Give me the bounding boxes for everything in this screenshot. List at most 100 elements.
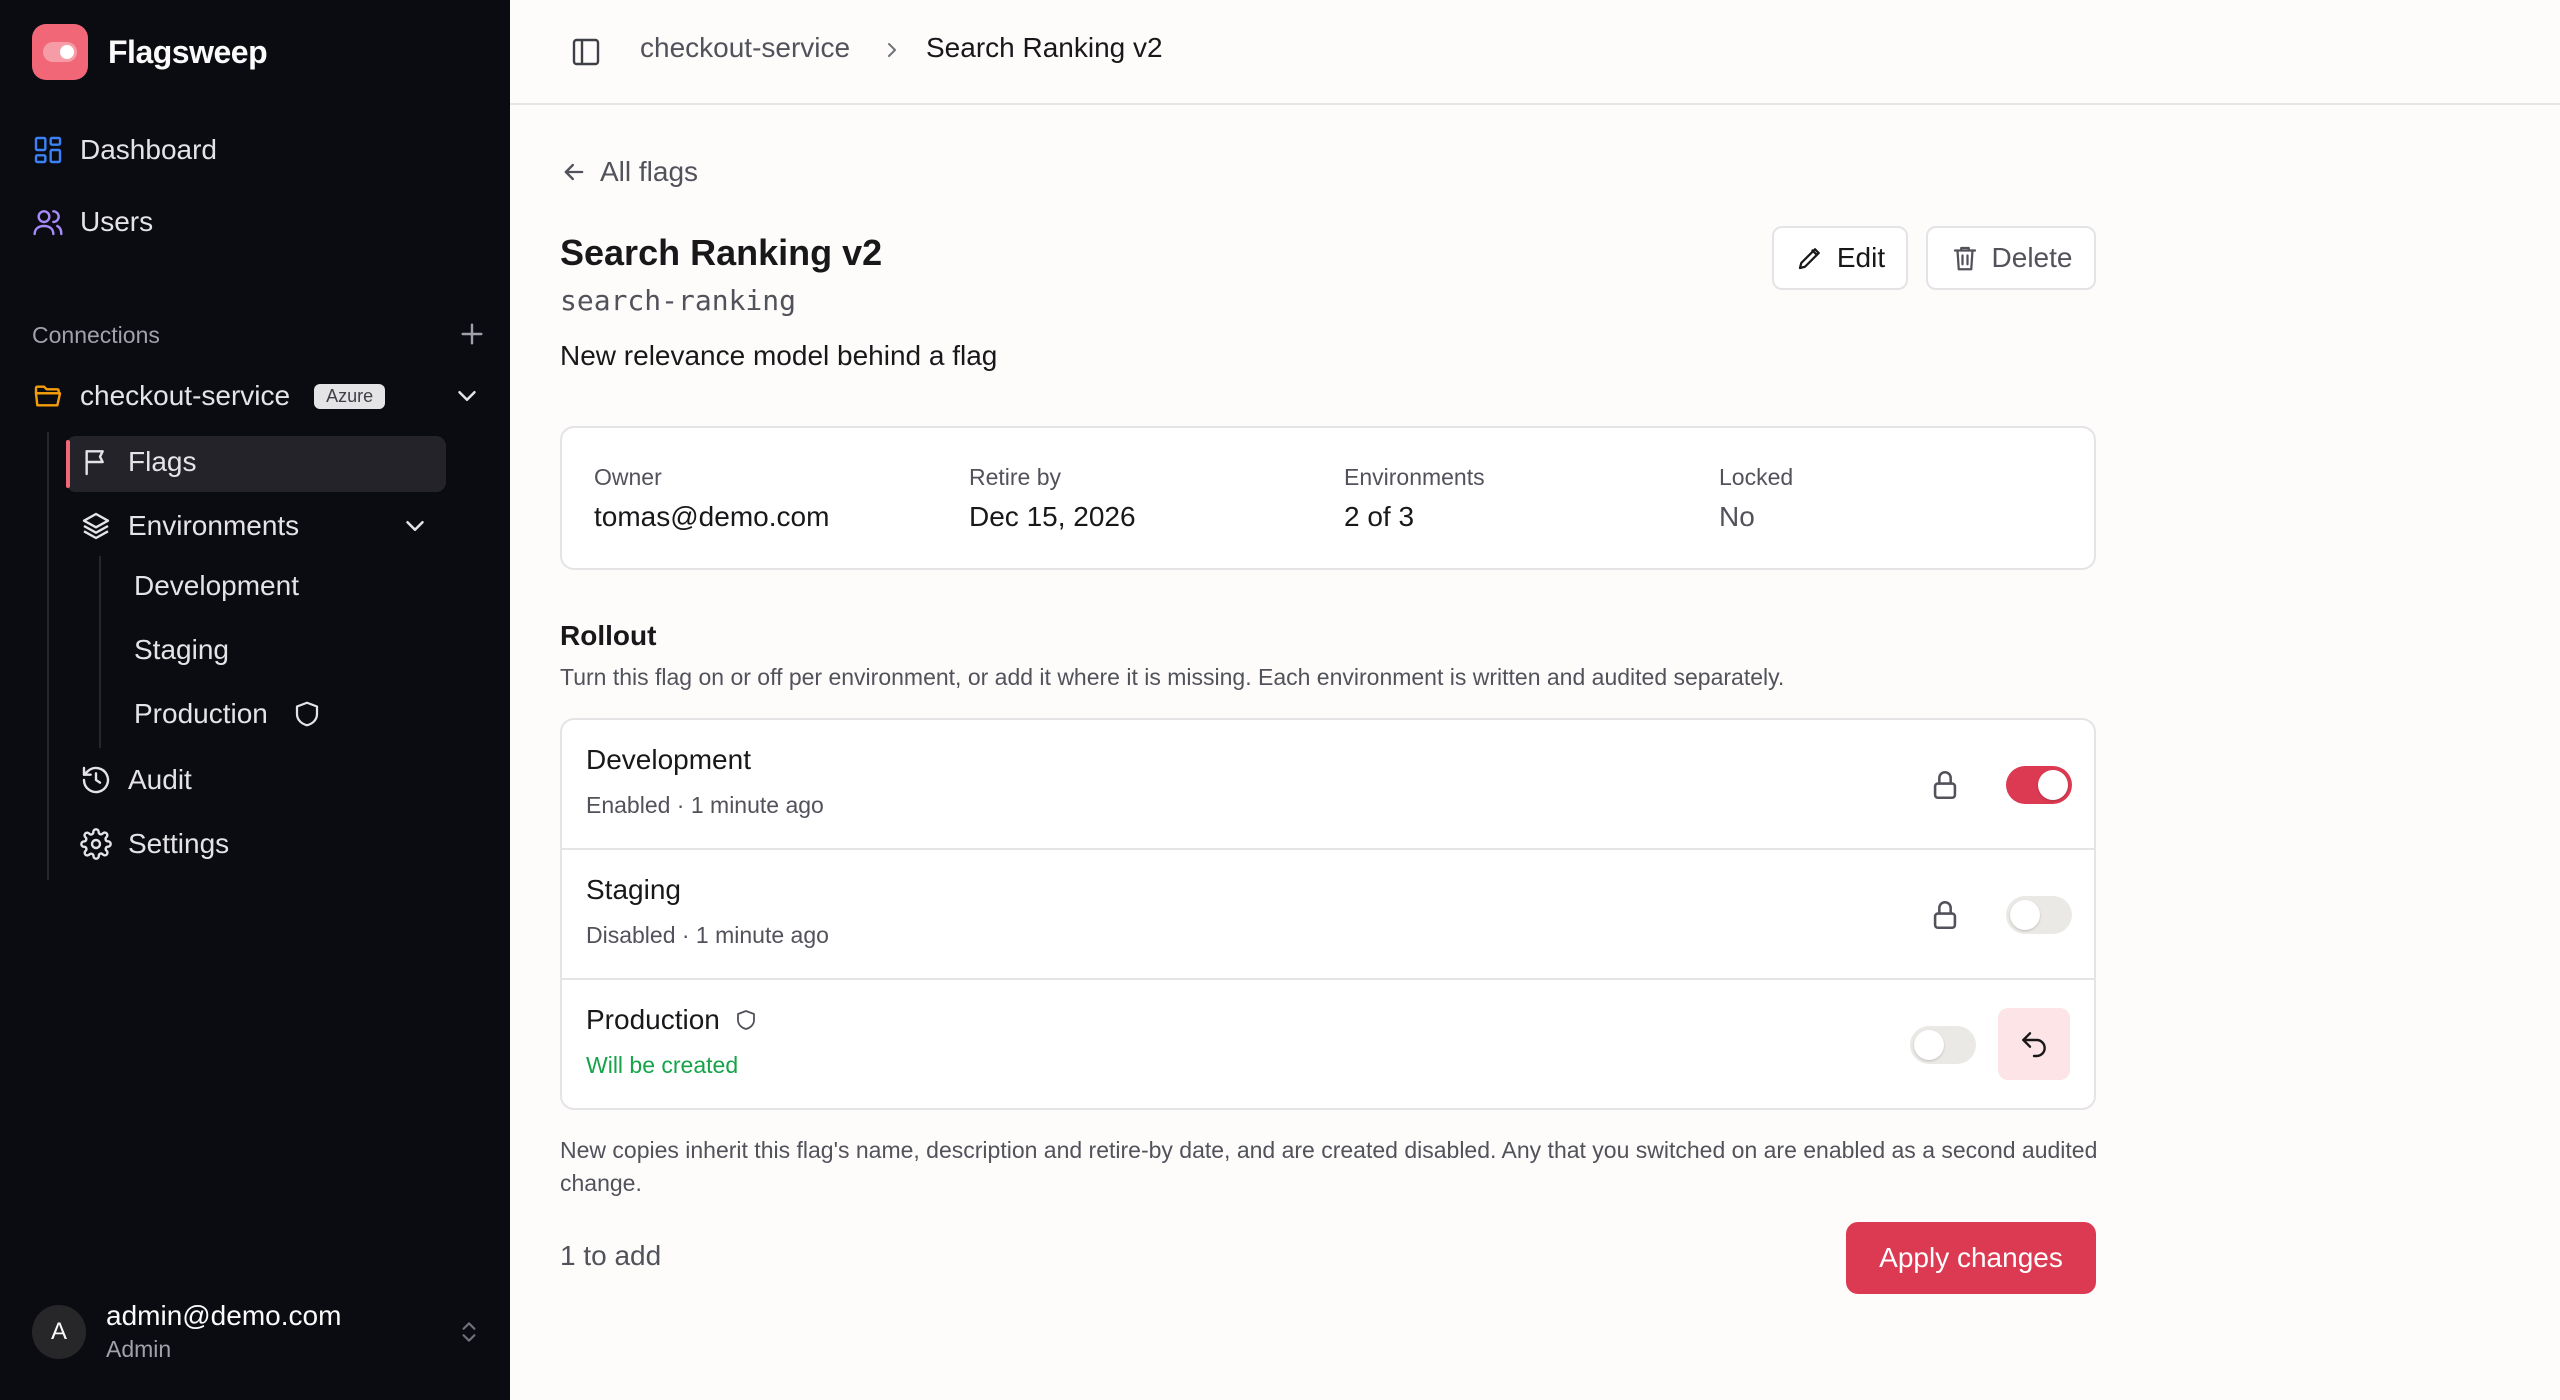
delete-label: Delete <box>1991 242 2073 273</box>
meta-environments: Environments 2 of 3 <box>1344 464 1485 533</box>
trash-icon <box>1950 243 1980 273</box>
chevron-right-icon <box>880 38 904 62</box>
page-title: Search Ranking v2 <box>560 232 883 273</box>
sidebar-item-label: Environments <box>128 510 300 541</box>
sidebar-env-label: Staging <box>134 634 229 665</box>
delete-button[interactable]: Delete <box>1926 226 2096 290</box>
env-status: Disabled · 1 minute ago <box>586 922 829 948</box>
lock-icon[interactable] <box>1928 898 1962 932</box>
env-tree-line <box>99 556 101 748</box>
pending-changes-count: 1 to add <box>560 1240 662 1271</box>
meta-retire: Retire by Dec 15, 2026 <box>969 464 1136 533</box>
meta-locked-label: Locked <box>1719 464 1794 490</box>
provider-badge: Azure <box>314 383 386 409</box>
edit-label: Edit <box>1836 242 1886 273</box>
sidebar-env-production[interactable]: Production <box>134 698 322 730</box>
users-icon <box>32 206 64 238</box>
sidebar-env-label: Production <box>134 698 268 729</box>
rollout-row-development: Development Enabled · 1 minute ago <box>562 720 2094 850</box>
rollout-row-staging: Staging Disabled · 1 minute ago <box>562 850 2094 980</box>
rollout-environment-list: Development Enabled · 1 minute ago Stagi… <box>560 718 2096 1110</box>
meta-locked-value: No <box>1719 501 1755 532</box>
lock-icon[interactable] <box>1928 768 1962 802</box>
undo-button[interactable] <box>1998 1008 2070 1080</box>
meta-envs-label: Environments <box>1344 464 1485 490</box>
sidebar-env-label: Development <box>134 570 299 601</box>
chevron-down-icon[interactable] <box>452 381 482 411</box>
toggle-knob <box>1914 1030 1944 1060</box>
rollout-row-production: Production Will be created <box>562 980 2094 1108</box>
env-toggle-development[interactable] <box>2006 766 2072 804</box>
meta-locked: Locked No <box>1719 464 1793 533</box>
flag-meta-card: Owner tomas@demo.com Retire by Dec 15, 2… <box>560 426 2096 570</box>
sidebar-item-label: Settings <box>128 828 230 859</box>
env-name: Development <box>586 744 751 775</box>
layers-icon <box>80 510 112 542</box>
meta-owner-label: Owner <box>594 464 662 490</box>
rollout-footnote: New copies inherit this flag's name, des… <box>560 1137 2098 1196</box>
folder-icon <box>32 380 64 412</box>
nav-users-label: Users <box>80 206 154 237</box>
back-label: All flags <box>600 156 699 187</box>
toggle-knob <box>2038 770 2068 800</box>
flagsweep-logo-icon <box>32 24 88 80</box>
env-status: Will be created <box>586 1052 739 1078</box>
chevrons-up-down-icon[interactable] <box>456 1319 482 1345</box>
connection-name: checkout-service <box>80 380 291 411</box>
rollout-title: Rollout <box>560 620 657 651</box>
shield-icon <box>292 699 322 729</box>
env-toggle-production[interactable] <box>1910 1026 1976 1064</box>
sidebar-item-label: Audit <box>128 764 192 795</box>
breadcrumb-current: Search Ranking v2 <box>926 32 1163 63</box>
top-bar: checkout-service Search Ranking v2 <box>510 0 2560 105</box>
sidebar-item-settings[interactable]: Settings <box>80 828 229 860</box>
nav-dashboard[interactable]: Dashboard <box>32 134 217 166</box>
meta-retire-label: Retire by <box>969 464 1062 490</box>
back-to-all-flags[interactable]: All flags <box>560 156 698 188</box>
sidebar-env-staging[interactable]: Staging <box>134 634 229 666</box>
sidebar-item-label: Flags <box>128 446 197 477</box>
edit-button[interactable]: Edit <box>1772 226 1908 290</box>
flag-description: New relevance model behind a flag <box>560 340 998 371</box>
toggle-knob <box>2010 900 2040 930</box>
meta-owner-value: tomas@demo.com <box>594 501 830 532</box>
env-status: Enabled · 1 minute ago <box>586 792 824 818</box>
dashboard-icon <box>32 134 64 166</box>
env-toggle-staging[interactable] <box>2006 896 2072 934</box>
apply-changes-button[interactable]: Apply changes <box>1846 1222 2096 1294</box>
rollout-subtitle: Turn this flag on or off per environment… <box>560 664 1785 690</box>
sidebar-item-flags[interactable]: Flags <box>80 446 196 478</box>
pencil-icon <box>1795 243 1825 273</box>
connections-label: Connections <box>32 322 160 348</box>
tree-line <box>47 432 49 880</box>
brand[interactable]: Flagsweep <box>32 24 268 80</box>
arrow-left-icon <box>560 158 588 186</box>
nav-users[interactable]: Users <box>32 206 153 238</box>
flag-key: search-ranking <box>560 284 797 317</box>
flag-icon <box>80 446 112 478</box>
sidebar: Flagsweep Dashboard Users Connections ch… <box>0 0 510 1400</box>
sidebar-item-audit[interactable]: Audit <box>80 764 192 796</box>
add-connection-icon[interactable] <box>456 318 488 350</box>
avatar: A <box>32 1304 86 1359</box>
user-menu[interactable]: A admin@demo.com Admin <box>32 1300 482 1363</box>
user-role: Admin <box>106 1336 172 1362</box>
env-name: Staging <box>586 874 681 905</box>
shield-icon <box>734 1008 758 1032</box>
meta-envs-value: 2 of 3 <box>1344 501 1415 532</box>
sidebar-env-development[interactable]: Development <box>134 570 299 602</box>
meta-owner: Owner tomas@demo.com <box>594 464 829 533</box>
user-email: admin@demo.com <box>106 1300 342 1331</box>
meta-retire-value: Dec 15, 2026 <box>969 501 1136 532</box>
nav-dashboard-label: Dashboard <box>80 134 217 165</box>
chevron-down-icon[interactable] <box>400 511 430 541</box>
sidebar-item-environments[interactable]: Environments <box>80 510 430 542</box>
env-name: Production <box>586 1004 720 1035</box>
history-icon <box>80 764 112 796</box>
sidebar-toggle-icon[interactable] <box>570 36 602 68</box>
undo-icon <box>2018 1028 2050 1060</box>
app-name: Flagsweep <box>108 33 268 70</box>
gear-icon <box>80 828 112 860</box>
connection-checkout-service[interactable]: checkout-service Azure <box>32 380 482 412</box>
breadcrumb-parent[interactable]: checkout-service <box>640 32 850 64</box>
